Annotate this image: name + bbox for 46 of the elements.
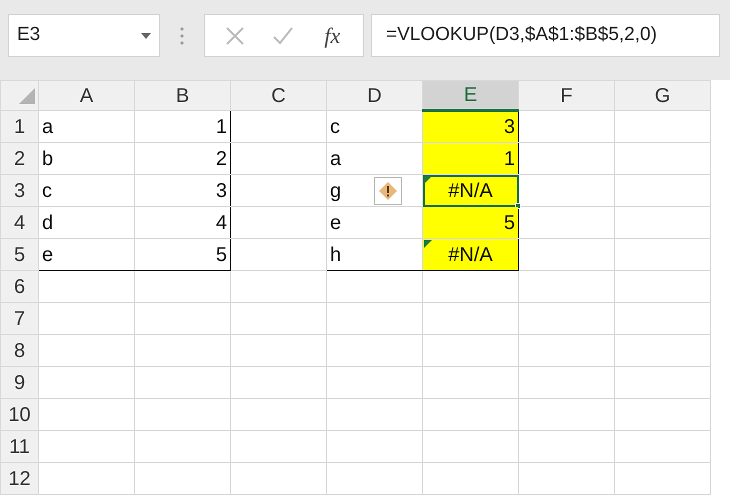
- column-header[interactable]: A: [38, 80, 134, 110]
- name-box[interactable]: E3: [8, 14, 160, 57]
- row-header[interactable]: 10: [0, 398, 38, 430]
- row-header[interactable]: 8: [0, 334, 38, 366]
- cell[interactable]: b: [38, 142, 134, 174]
- cell[interactable]: d: [38, 206, 134, 238]
- select-all-icon[interactable]: [19, 88, 35, 104]
- error-options-button[interactable]: [374, 177, 402, 205]
- row-header[interactable]: 2: [0, 142, 38, 174]
- column-header[interactable]: E: [422, 80, 518, 110]
- row-header[interactable]: 6: [0, 270, 38, 302]
- warning-icon: [378, 181, 398, 201]
- row-header[interactable]: 9: [0, 366, 38, 398]
- cell[interactable]: #N/A: [422, 174, 518, 206]
- dropdown-caret-icon: [141, 32, 151, 38]
- row-header[interactable]: 7: [0, 302, 38, 334]
- row-header[interactable]: 11: [0, 430, 38, 462]
- column-header[interactable]: B: [134, 80, 230, 110]
- row-header[interactable]: 4: [0, 206, 38, 238]
- cell[interactable]: 1: [422, 142, 518, 174]
- cell[interactable]: g: [326, 174, 422, 206]
- column-header[interactable]: D: [326, 80, 422, 110]
- name-box-value: E3: [17, 23, 40, 48]
- column-header[interactable]: F: [518, 80, 614, 110]
- cell[interactable]: 2: [134, 142, 230, 174]
- cell[interactable]: 3: [422, 110, 518, 142]
- insert-function-button[interactable]: fx: [322, 19, 342, 52]
- cell[interactable]: c: [38, 174, 134, 206]
- row-header[interactable]: 5: [0, 238, 38, 270]
- cell[interactable]: 3: [134, 174, 230, 206]
- cell[interactable]: 5: [134, 238, 230, 270]
- cell[interactable]: a: [38, 110, 134, 142]
- cell[interactable]: #N/A: [422, 238, 518, 270]
- row-header[interactable]: 3: [0, 174, 38, 206]
- cell[interactable]: e: [38, 238, 134, 270]
- grip-icon: [180, 26, 184, 46]
- cell[interactable]: 4: [134, 206, 230, 238]
- row-header[interactable]: 12: [0, 462, 38, 494]
- cancel-icon[interactable]: [226, 26, 244, 44]
- column-header[interactable]: G: [614, 80, 710, 110]
- formula-field[interactable]: =VLOOKUP(D3,$A$1:$B$5,2,0): [371, 14, 720, 57]
- column-header[interactable]: C: [230, 80, 326, 110]
- cell[interactable]: 1: [134, 110, 230, 142]
- row-header[interactable]: 1: [0, 110, 38, 142]
- checkmark-icon[interactable]: [273, 26, 294, 44]
- cell[interactable]: 5: [422, 206, 518, 238]
